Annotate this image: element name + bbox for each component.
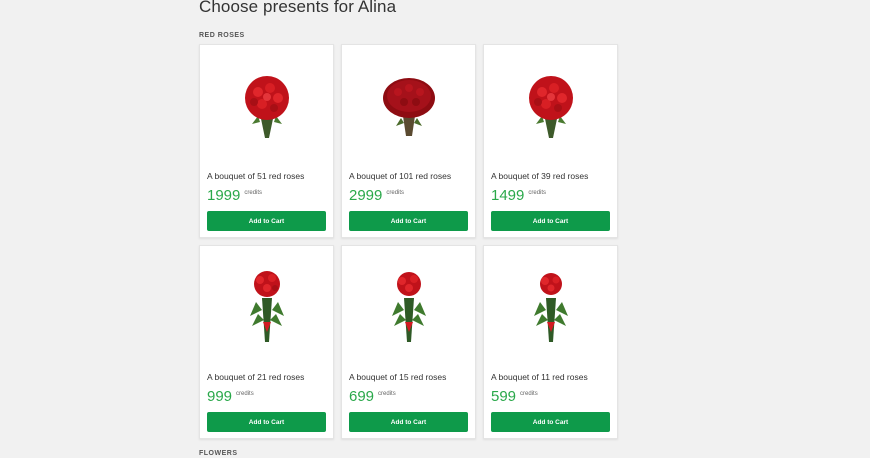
add-to-cart-button[interactable]: Add to Cart bbox=[349, 412, 468, 432]
product-title[interactable]: A bouquet of 15 red roses bbox=[349, 372, 469, 382]
product-card[interactable]: A bouquet of 101 red roses 2999 credits … bbox=[341, 44, 476, 238]
product-title[interactable]: A bouquet of 39 red roses bbox=[491, 171, 611, 181]
dome-rose-bouquet-icon bbox=[382, 78, 435, 136]
product-title[interactable]: A bouquet of 21 red roses bbox=[207, 372, 327, 382]
add-to-cart-button[interactable]: Add to Cart bbox=[491, 211, 610, 231]
price-row: 599 credits bbox=[491, 388, 538, 406]
product-image[interactable] bbox=[200, 246, 333, 370]
presents-page: Choose presents for Alina RED ROSES A bo… bbox=[0, 0, 870, 458]
product-price: 1499 bbox=[491, 187, 525, 204]
price-row: 2999 credits bbox=[349, 187, 404, 205]
section-label-red-roses: RED ROSES bbox=[199, 32, 245, 39]
large-round-rose-bouquet-icon bbox=[528, 76, 573, 138]
product-title[interactable]: A bouquet of 11 red roses bbox=[491, 372, 611, 382]
tall-rose-bouquet-icon bbox=[249, 271, 284, 342]
add-to-cart-button[interactable]: Add to Cart bbox=[349, 211, 468, 231]
add-to-cart-button[interactable]: Add to Cart bbox=[207, 211, 326, 231]
product-card[interactable]: A bouquet of 51 red roses 1999 credits A… bbox=[199, 44, 334, 238]
product-card[interactable]: A bouquet of 21 red roses 999 credits Ad… bbox=[199, 245, 334, 439]
product-image[interactable] bbox=[200, 45, 333, 169]
product-image[interactable] bbox=[342, 45, 475, 169]
product-price: 599 bbox=[491, 388, 517, 405]
product-image[interactable] bbox=[484, 45, 617, 169]
product-grid: A bouquet of 51 red roses 1999 credits A… bbox=[199, 44, 619, 439]
price-currency: credits bbox=[528, 190, 547, 196]
price-currency: credits bbox=[236, 391, 254, 397]
section-label-flowers: FLOWERS bbox=[199, 450, 238, 457]
tall-rose-bouquet-icon bbox=[533, 273, 568, 342]
price-currency: credits bbox=[244, 190, 263, 196]
add-to-cart-button[interactable]: Add to Cart bbox=[207, 412, 326, 432]
price-row: 1999 credits bbox=[207, 187, 262, 205]
add-to-cart-button[interactable]: Add to Cart bbox=[491, 412, 610, 432]
product-price: 999 bbox=[207, 388, 233, 405]
price-row: 1499 credits bbox=[491, 187, 546, 205]
product-title[interactable]: A bouquet of 101 red roses bbox=[349, 171, 469, 181]
price-currency: credits bbox=[378, 391, 396, 397]
price-currency: credits bbox=[520, 391, 538, 397]
product-card[interactable]: A bouquet of 15 red roses 699 credits Ad… bbox=[341, 245, 476, 439]
product-card[interactable]: A bouquet of 39 red roses 1499 credits A… bbox=[483, 44, 618, 238]
product-price: 2999 bbox=[349, 187, 383, 204]
product-image[interactable] bbox=[342, 246, 475, 370]
large-round-rose-bouquet-icon bbox=[244, 76, 289, 138]
product-title[interactable]: A bouquet of 51 red roses bbox=[207, 171, 327, 181]
product-image[interactable] bbox=[484, 246, 617, 370]
product-card[interactable]: A bouquet of 11 red roses 599 credits Ad… bbox=[483, 245, 618, 439]
tall-rose-bouquet-icon bbox=[391, 272, 426, 342]
product-price: 699 bbox=[349, 388, 375, 405]
product-price: 1999 bbox=[207, 187, 241, 204]
page-title: Choose presents for Alina bbox=[199, 0, 397, 16]
price-row: 999 credits bbox=[207, 388, 254, 406]
price-row: 699 credits bbox=[349, 388, 396, 406]
price-currency: credits bbox=[386, 190, 405, 196]
